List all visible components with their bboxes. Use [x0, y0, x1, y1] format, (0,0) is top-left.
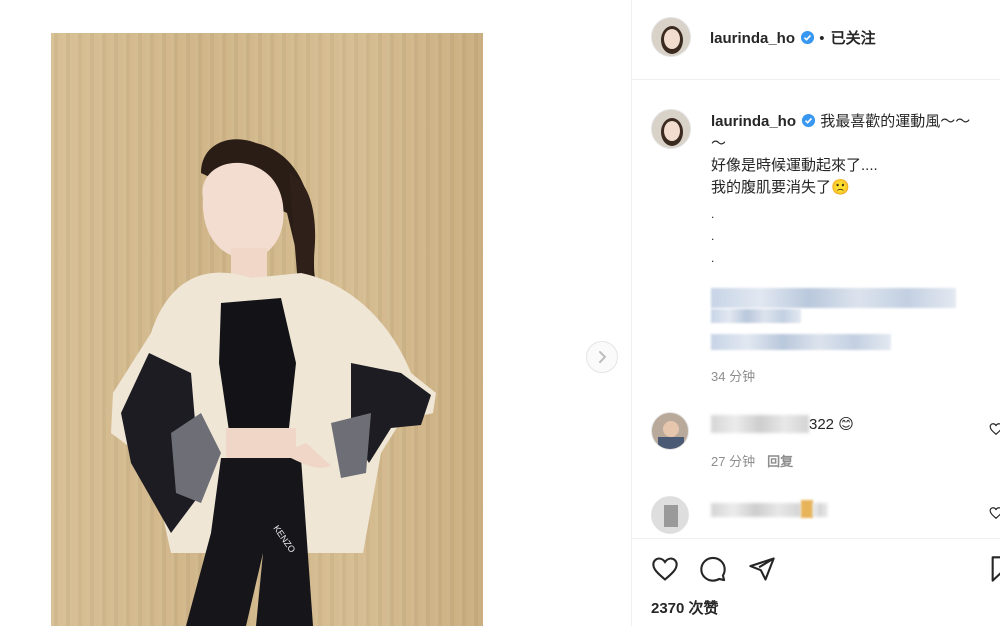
- comment-bubble-icon[interactable]: [699, 555, 727, 583]
- caption-emoji: 🙁: [831, 179, 850, 196]
- avatar-image: [652, 110, 690, 148]
- heart-icon[interactable]: [651, 555, 679, 583]
- comment-timestamp: 27 分钟: [711, 454, 756, 469]
- caption-line-2: ～: [711, 135, 727, 152]
- comment-text: 322 😊: [809, 415, 854, 433]
- comment-like-heart-icon[interactable]: [989, 506, 1000, 520]
- follow-state-button[interactable]: 已关注: [831, 30, 876, 47]
- post-actions: 2370 次赞: [632, 538, 1000, 626]
- caption-avatar[interactable]: [651, 109, 691, 149]
- avatar-image: [652, 18, 690, 56]
- reply-button[interactable]: 回复: [767, 454, 793, 469]
- avatar-image: [652, 497, 688, 533]
- post-photo[interactable]: KENZO: [51, 33, 483, 626]
- blurred-hashtags-line-1: [711, 288, 956, 308]
- blurred-emoji: [801, 500, 813, 518]
- comment-like-heart-icon[interactable]: [989, 422, 1000, 436]
- post-sidebar: laurinda_ho • 已关注 · laurinda_ho 我最喜歡的運動風…: [631, 0, 1000, 626]
- bookmark-icon[interactable]: [988, 555, 1000, 583]
- caption-line-1: 我最喜歡的運動風～～: [820, 113, 971, 130]
- comment-meta: 27 分钟 回复: [711, 451, 793, 470]
- blurred-comment-text: [813, 503, 827, 517]
- like-count[interactable]: 2370 次赞: [651, 597, 719, 618]
- blurred-hashtags-line-3: [711, 334, 891, 350]
- blurred-hashtags-line-2: [711, 309, 801, 323]
- header-username[interactable]: laurinda_ho: [710, 30, 795, 47]
- comment-emoji: 😊: [838, 416, 854, 433]
- avatar-image: [652, 413, 688, 449]
- caption-line-4: 我的腹肌要消失了: [711, 179, 832, 196]
- caption-username[interactable]: laurinda_ho: [711, 113, 796, 130]
- blurred-commenter-name: [711, 503, 801, 517]
- caption-text: laurinda_ho 我最喜歡的運動風～～ ～ 好像是時候運動起來了.... …: [711, 111, 1000, 199]
- model-illustration: KENZO: [111, 139, 436, 626]
- chevron-right-icon: [599, 351, 606, 363]
- post-header: laurinda_ho • 已关注 ·: [632, 0, 1000, 80]
- header-user-line: laurinda_ho • 已关注: [710, 27, 876, 48]
- commenter-avatar[interactable]: [651, 412, 689, 450]
- comment-item: 322 😊 27 分钟 回复: [632, 412, 1000, 472]
- media-pane: KENZO: [0, 0, 630, 626]
- verified-badge-icon: [801, 113, 816, 128]
- caption-dots: . . .: [711, 207, 715, 265]
- next-image-button[interactable]: [586, 341, 618, 373]
- author-avatar[interactable]: [651, 17, 691, 57]
- paper-plane-icon[interactable]: [748, 555, 776, 583]
- comment-text-suffix: 322: [809, 416, 835, 433]
- commenter-avatar[interactable]: [651, 496, 689, 534]
- verified-badge-icon: [800, 30, 815, 45]
- caption-line-3: 好像是時候運動起來了....: [711, 157, 878, 174]
- follow-separator: •: [819, 30, 825, 47]
- caption-timestamp: 34 分钟: [711, 369, 756, 384]
- blurred-commenter-name: [711, 415, 809, 433]
